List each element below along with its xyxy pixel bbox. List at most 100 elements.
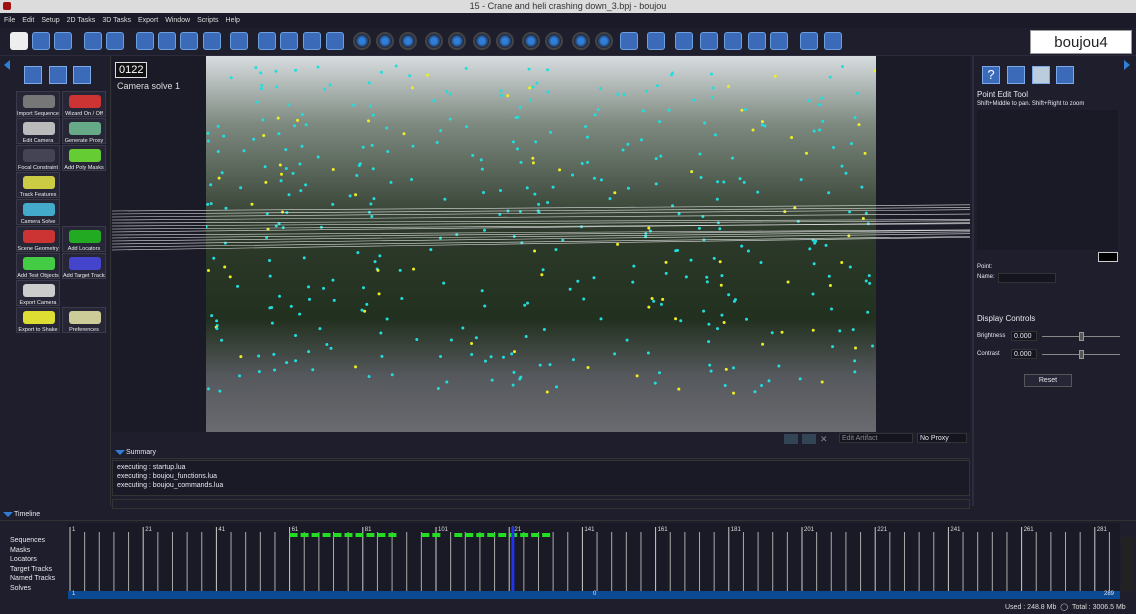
brightness-thumb[interactable] [1079, 332, 1084, 341]
artifact-icon[interactable]: ✕ [820, 434, 834, 444]
contrast-slider[interactable] [1042, 350, 1120, 359]
tree-item-masks[interactable]: Masks [4, 546, 68, 556]
tool-add-locators[interactable]: Add Locators [62, 226, 106, 252]
graph-view-icon[interactable] [203, 32, 221, 50]
tree-item-solves[interactable]: Solves [4, 584, 68, 594]
tool-wizard-on-off[interactable]: Wizard On / Off [62, 91, 106, 117]
export-icon[interactable] [647, 32, 665, 50]
menu-edit[interactable]: Edit [22, 17, 34, 24]
redo-icon[interactable] [106, 32, 124, 50]
brightness-field[interactable]: 0.000 [1011, 331, 1037, 341]
tool-track-features[interactable]: Track Features [16, 172, 60, 198]
menu-file[interactable]: File [4, 17, 15, 24]
contrast-thumb[interactable] [1079, 350, 1084, 359]
layers-icon[interactable] [1007, 66, 1025, 84]
track-point [659, 154, 663, 158]
tree-item-named-tracks[interactable]: Named Tracks [4, 574, 68, 584]
tree-item-locators[interactable]: Locators [4, 555, 68, 565]
tree-item-target-tracks[interactable]: Target Tracks [4, 565, 68, 575]
menu-help[interactable]: Help [226, 17, 240, 24]
proxy-select[interactable]: No Proxy [917, 433, 967, 443]
tool-focal-constraint[interactable]: Focal Constraint [16, 145, 60, 171]
play-back-icon[interactable] [353, 32, 371, 50]
brightness-slider[interactable] [1042, 332, 1120, 341]
play-forward-icon[interactable] [399, 32, 417, 50]
timeline-range-bar[interactable]: 1 0 289 [68, 591, 1120, 599]
2d-view-icon[interactable] [136, 32, 154, 50]
track-point [828, 75, 832, 79]
color-swatch[interactable] [1098, 252, 1118, 262]
menu-setup[interactable]: Setup [41, 17, 59, 24]
crop-icon[interactable] [770, 32, 788, 50]
mask-icon[interactable] [748, 32, 766, 50]
tool-camera-solve[interactable]: Camera Solve [16, 199, 60, 225]
step-forward-icon[interactable] [448, 32, 466, 50]
tool-add-target-tracks[interactable]: Add Target Tracks [62, 253, 106, 279]
ortho-view-icon[interactable] [180, 32, 198, 50]
tool-edit-camera[interactable]: Edit Camera [16, 118, 60, 144]
open-icon[interactable] [32, 32, 50, 50]
edit-artifact-field[interactable]: Edit Artifact [839, 433, 913, 443]
solve-icon[interactable] [800, 32, 818, 50]
loop-icon[interactable] [620, 32, 638, 50]
timeline-track-area[interactable]: 1 21 41 61 81 101 121 141 161 181 201 221 241 261 281 [68, 523, 1120, 591]
tool-export-camera[interactable]: Export Camera [16, 280, 60, 306]
menu-window[interactable]: Window [165, 17, 190, 24]
collapse-left-icon[interactable] [4, 60, 10, 70]
snapshot-button[interactable] [784, 434, 798, 444]
layout-1-icon[interactable] [258, 32, 276, 50]
layout-3-icon[interactable] [303, 32, 321, 50]
track-point [571, 173, 575, 177]
timeline-header[interactable]: Timeline [0, 509, 1136, 521]
layout-2-icon[interactable] [280, 32, 298, 50]
track-point [684, 275, 688, 279]
layout-4-icon[interactable] [326, 32, 344, 50]
stop-icon[interactable] [376, 32, 394, 50]
point-edit-icon[interactable] [1032, 66, 1050, 84]
tool-scene-geometry[interactable]: Scene Geometry [16, 226, 60, 252]
go-start-icon[interactable] [473, 32, 491, 50]
menu-3d-tasks[interactable]: 3D Tasks [102, 17, 131, 24]
calculator-icon[interactable] [230, 32, 248, 50]
track-icon[interactable] [675, 32, 693, 50]
key-next-icon[interactable] [595, 32, 613, 50]
checklist-tab-icon[interactable] [73, 66, 91, 84]
tree-item-sequences[interactable]: Sequences [4, 536, 68, 546]
list-tab-icon[interactable] [49, 66, 67, 84]
command-input[interactable] [112, 499, 970, 509]
menu-export[interactable]: Export [138, 17, 158, 24]
wrench-tab-icon[interactable] [24, 66, 42, 84]
tool-import-sequence[interactable]: Import Sequence [16, 91, 60, 117]
help-icon[interactable]: ? [982, 66, 1000, 84]
go-end-icon[interactable] [496, 32, 514, 50]
undo-icon[interactable] [84, 32, 102, 50]
key-prev-icon[interactable] [572, 32, 590, 50]
reset-button[interactable]: Reset [1024, 374, 1072, 387]
target-icon[interactable] [700, 32, 718, 50]
tool-generate-proxy[interactable]: Generate Proxy [62, 118, 106, 144]
track-point [210, 314, 214, 318]
tool-export-to-shake[interactable]: Export to Shake [16, 307, 60, 333]
contrast-field[interactable]: 0.000 [1011, 349, 1037, 359]
object-icon[interactable] [1056, 66, 1074, 84]
tool-add-test-objects[interactable]: Add Test Objects [16, 253, 60, 279]
collapse-right-icon[interactable] [1124, 60, 1130, 70]
locator-icon[interactable] [724, 32, 742, 50]
3d-view-icon[interactable] [158, 32, 176, 50]
tool-add-poly-masks[interactable]: Add Poly Masks [62, 145, 106, 171]
pin-icon[interactable] [824, 32, 842, 50]
undo-view-button[interactable] [802, 434, 816, 444]
point-preview[interactable] [977, 110, 1118, 250]
viewport[interactable]: 0122 Camera solve 1 [112, 56, 970, 432]
save-icon[interactable] [54, 32, 72, 50]
menu-scripts[interactable]: Scripts [197, 17, 218, 24]
menu-2d-tasks[interactable]: 2D Tasks [67, 17, 96, 24]
tool-b-icon[interactable] [545, 32, 563, 50]
tool-preferences[interactable]: Preferences [62, 307, 106, 333]
timeline-vertical-scrollbar[interactable] [1121, 537, 1133, 591]
name-field[interactable] [998, 273, 1056, 283]
step-back-icon[interactable] [425, 32, 443, 50]
summary-header[interactable]: Summary [112, 447, 970, 459]
tool-a-icon[interactable] [522, 32, 540, 50]
new-file-icon[interactable] [10, 32, 28, 50]
